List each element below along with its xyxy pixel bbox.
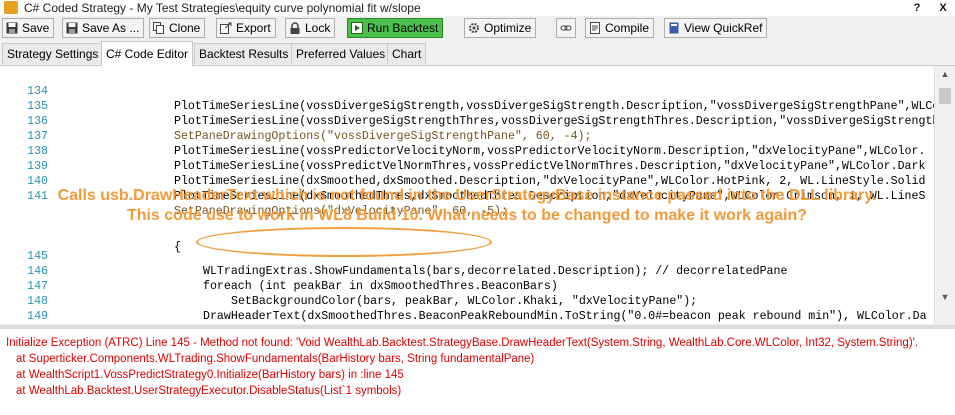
close-button[interactable]: X <box>932 0 954 16</box>
tab-preferred-values[interactable]: Preferred Values <box>291 43 391 64</box>
tab-backtest-results[interactable]: Backtest Results <box>194 43 294 64</box>
clone-button[interactable]: Clone <box>149 18 206 38</box>
export-icon <box>220 22 232 34</box>
scroll-down-icon[interactable]: ▼ <box>939 292 951 302</box>
code-line: 147 SetBackgroundColor(bars, peakBar, WL… <box>27 280 698 308</box>
optimize-button[interactable]: Optimize <box>464 18 537 38</box>
code-line: 146 foreach (int peakBar in dxSmoothedTh… <box>27 265 558 293</box>
code-line: 139 PlotTimeSeriesLine(dxSmoothed,dxSmoo… <box>27 160 926 188</box>
export-button[interactable]: Export <box>216 18 276 38</box>
tab-chart[interactable]: Chart <box>387 43 427 64</box>
view-quickref-button[interactable]: View QuickRef <box>664 18 768 38</box>
save-as-button[interactable]: Save As ... <box>62 18 145 38</box>
question-overlay-line-1: Calls usb.DrawHeaderText which is not fo… <box>57 187 877 204</box>
code-line: 136 SetPaneDrawingOptions("vossDivergeSi… <box>27 115 592 143</box>
error-line: at WealthScript1.VossPredictStrategy0.In… <box>16 369 404 381</box>
error-line: at Superticker.Components.WLTrading.Show… <box>16 353 535 365</box>
lock-icon <box>289 22 301 34</box>
code-line: 135 PlotTimeSeriesLine(vossDivergeSigStr… <box>27 100 934 128</box>
tab-strategy-settings[interactable]: Strategy Settings <box>2 43 104 64</box>
scroll-thumb[interactable] <box>939 88 951 104</box>
compile-button[interactable]: Compile <box>585 18 655 38</box>
floppy-disk-icon <box>66 22 78 34</box>
floppy-disk-icon <box>6 22 18 34</box>
question-overlay-line-2: This code use to work in WL8 Build 10. W… <box>126 207 808 224</box>
app-icon <box>4 1 18 14</box>
help-button[interactable]: ? <box>906 0 928 16</box>
scroll-up-icon[interactable]: ▲ <box>939 69 951 79</box>
save-button[interactable]: Save <box>2 18 55 38</box>
link-button[interactable] <box>556 18 576 38</box>
tab-csharp-code-editor[interactable]: C# Code Editor <box>101 41 194 66</box>
code-line: 140 PlotTimeSeriesLine(dxSmoothedThres,d… <box>27 175 926 203</box>
window-title: C# Coded Strategy - My Test Strategies\e… <box>24 1 421 15</box>
toolbar: Save Save As ... Clone Export Lock Run B… <box>0 16 955 40</box>
vertical-scrollbar[interactable]: ▲ ▼ <box>934 66 955 324</box>
title-bar: C# Coded Strategy - My Test Strategies\e… <box>0 0 955 17</box>
error-line: at WealthLab.Backtest.UserStrategyExecut… <box>16 385 402 397</box>
lock-button[interactable]: Lock <box>285 18 336 38</box>
highlight-ellipse <box>196 227 492 257</box>
code-editor[interactable]: 134 PlotTimeSeriesLine(vossDivergeSigStr… <box>0 66 934 324</box>
tab-strip: Strategy Settings C# Code Editor Backtes… <box>0 41 955 66</box>
code-line: 148 DrawHeaderText(dxSmoothedThres.Beaco… <box>27 295 927 323</box>
code-line: 137 PlotTimeSeriesLine(vossPredictorVelo… <box>27 130 926 158</box>
book-icon <box>668 22 680 34</box>
error-output-pane: Initialize Exception (ATRC) Line 145 - M… <box>0 325 955 415</box>
error-line: Initialize Exception (ATRC) Line 145 - M… <box>6 337 919 349</box>
code-line: 138 PlotTimeSeriesLine(vossPredictVelNor… <box>27 145 926 173</box>
play-icon <box>351 22 363 34</box>
compile-icon <box>589 22 601 34</box>
clone-icon <box>153 22 165 34</box>
gear-icon <box>468 22 480 34</box>
run-backtest-button[interactable]: Run Backtest <box>347 18 444 38</box>
link-icon <box>560 22 572 34</box>
code-line: 149 <box>27 310 48 323</box>
code-line: 134 PlotTimeSeriesLine(vossDivergeSigStr… <box>27 85 934 113</box>
